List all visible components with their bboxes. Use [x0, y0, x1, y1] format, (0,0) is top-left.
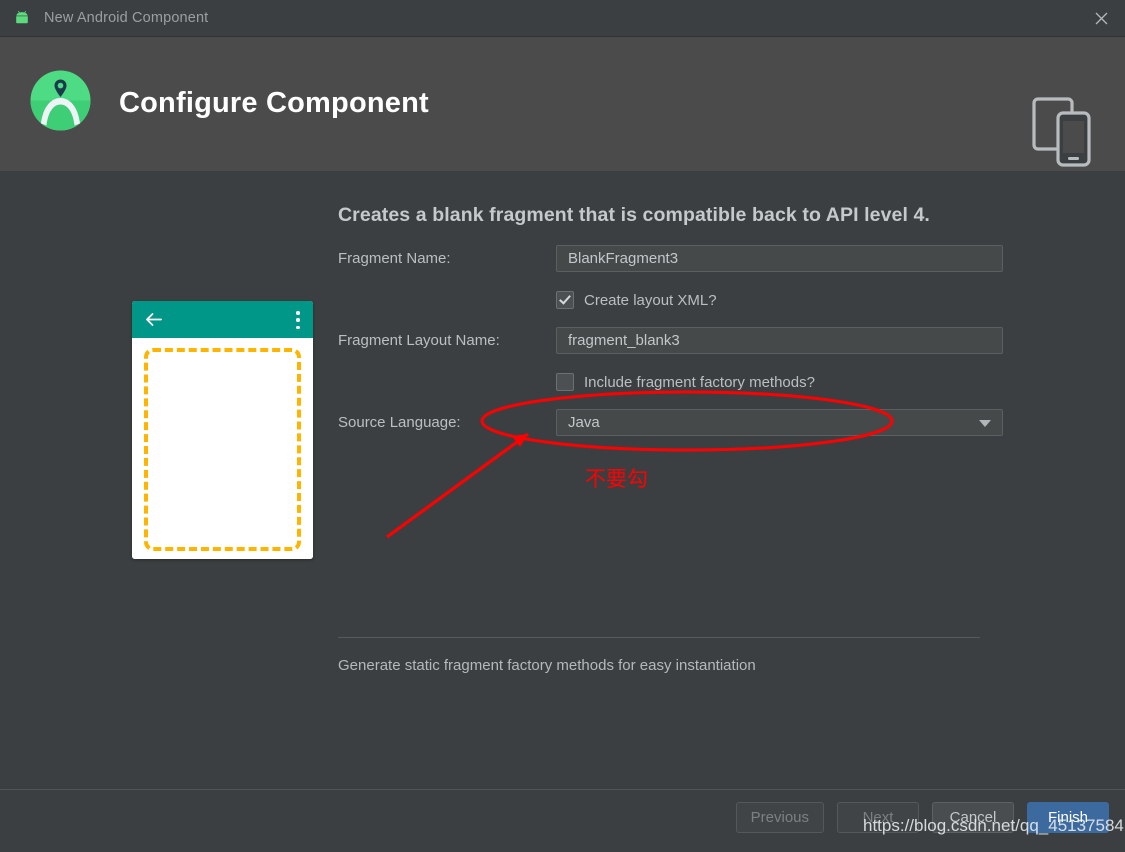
footer-separator: [338, 637, 980, 638]
close-icon[interactable]: [1077, 0, 1125, 36]
android-robot-icon: [12, 8, 32, 28]
fragment-name-input[interactable]: BlankFragment3: [556, 244, 1003, 272]
form-row-source-language: Source Language: Java: [338, 408, 1003, 436]
configure-form: Creates a blank fragment that is compati…: [338, 171, 1003, 436]
preview-placeholder: [144, 348, 301, 551]
source-language-select[interactable]: Java: [556, 408, 1003, 436]
include-factory-methods-checkbox[interactable]: [556, 373, 574, 391]
source-language-label: Source Language:: [338, 413, 461, 431]
arrow-back-icon: [144, 310, 163, 329]
android-studio-logo-icon: [27, 67, 94, 134]
wizard-body: Creates a blank fragment that is compati…: [0, 171, 1125, 789]
watermark-text: https://blog.csdn.net/qq_45137584: [863, 816, 1124, 835]
template-description: Creates a blank fragment that is compati…: [338, 204, 930, 226]
preview-canvas: [132, 338, 313, 559]
tablet-and-phone-icon: [1031, 93, 1093, 171]
hint-text: Generate static fragment factory methods…: [338, 657, 756, 674]
include-factory-methods-label: Include fragment factory methods?: [584, 373, 815, 391]
window-title: New Android Component: [44, 10, 209, 26]
source-language-value: Java: [568, 413, 600, 431]
preview-app-bar: [132, 301, 313, 338]
page-title: Configure Component: [119, 87, 429, 119]
fragment-layout-name-input[interactable]: fragment_blank3: [556, 326, 1003, 354]
previous-button[interactable]: Previous: [735, 802, 824, 833]
form-row-layout-name: Fragment Layout Name: fragment_blank3: [338, 326, 1003, 354]
wizard-header: Configure Component: [0, 37, 1125, 171]
fragment-preview: [132, 301, 313, 559]
create-layout-xml-checkbox[interactable]: [556, 291, 574, 309]
create-layout-xml-label: Create layout XML?: [584, 291, 717, 309]
chevron-down-icon: [979, 420, 991, 427]
overflow-menu-icon: [296, 311, 300, 329]
create-layout-xml-row[interactable]: Create layout XML?: [338, 288, 1003, 312]
fragment-name-label: Fragment Name:: [338, 249, 451, 267]
form-row-fragment-name: Fragment Name: BlankFragment3: [338, 244, 1003, 272]
window-title-bar: New Android Component: [0, 0, 1125, 37]
fragment-layout-name-label: Fragment Layout Name:: [338, 331, 500, 349]
include-factory-methods-row[interactable]: Include fragment factory methods?: [338, 370, 1003, 394]
